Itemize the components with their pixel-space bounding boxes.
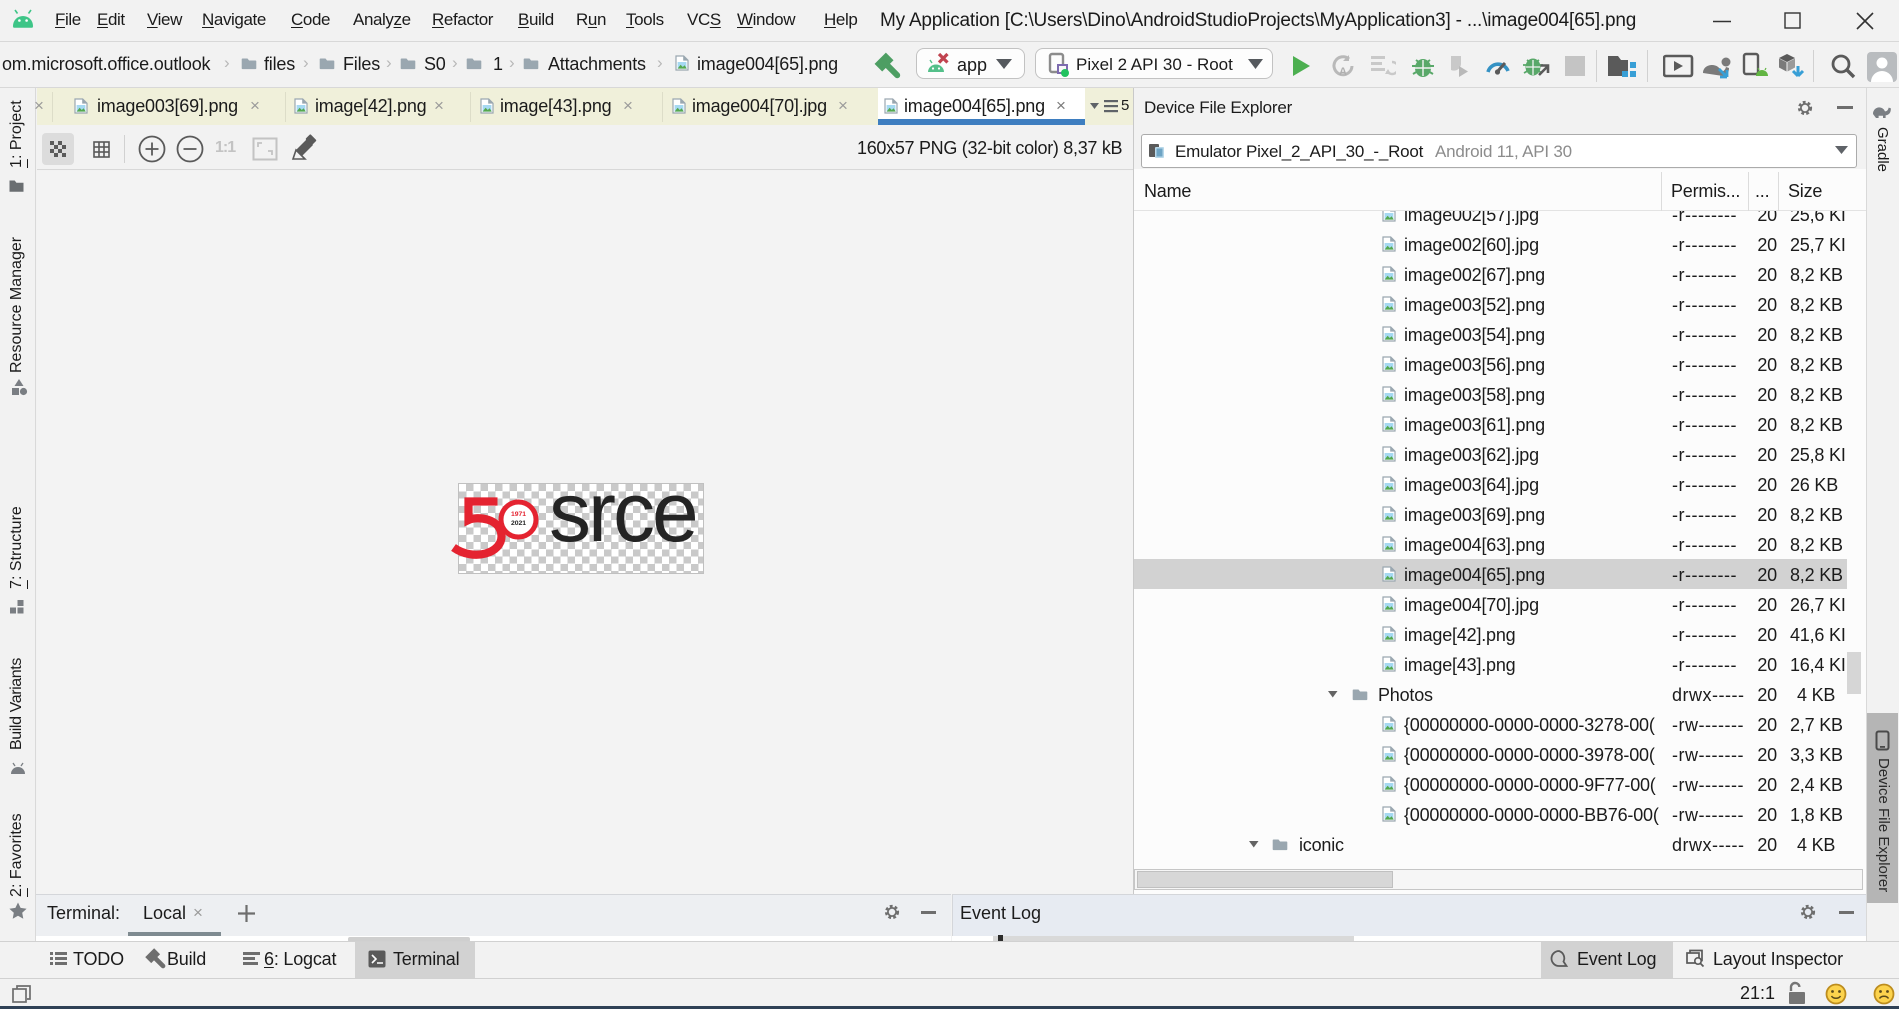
svg-text:A: A: [1339, 66, 1347, 78]
svg-text:1971: 1971: [511, 511, 526, 518]
svg-text:2021: 2021: [511, 520, 526, 527]
svg-text:srce: srce: [549, 470, 696, 559]
